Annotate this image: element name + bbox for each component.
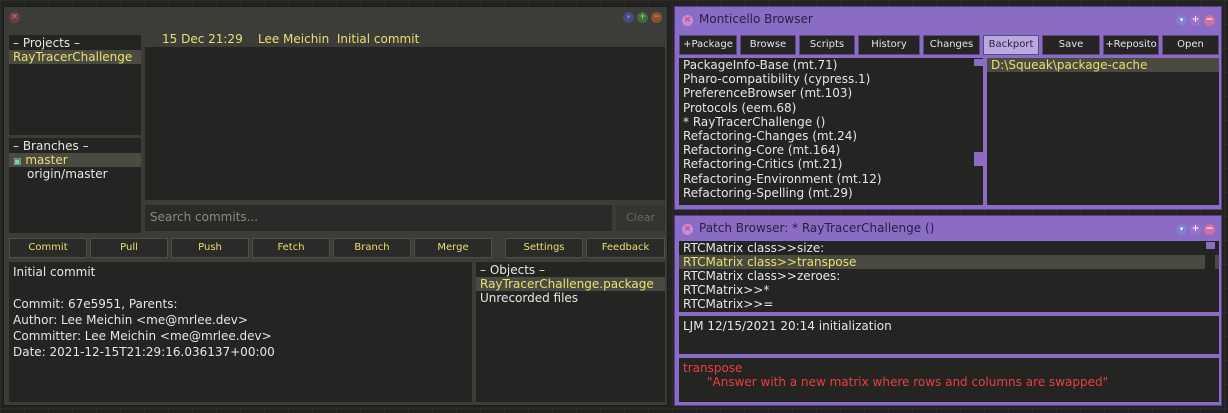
push-button[interactable]: Push bbox=[171, 238, 249, 258]
detail-line: Initial commit bbox=[13, 265, 96, 279]
patch-item[interactable]: RTCMatrix class>>zeroes: bbox=[679, 269, 1219, 283]
projects-header: – Projects – bbox=[13, 36, 80, 50]
collapse-icon[interactable]: − bbox=[1204, 224, 1215, 235]
repository-list[interactable]: D:\Squeak\package-cache bbox=[987, 58, 1219, 205]
branches-pane[interactable]: – Branches – ▣ master origin/master bbox=[9, 138, 141, 233]
package-item[interactable]: * RayTracerChallenge () bbox=[679, 115, 983, 129]
menu-icon[interactable]: ▾ bbox=[1176, 15, 1187, 26]
close-icon[interactable]: × bbox=[682, 224, 693, 235]
menu-icon[interactable]: ▾ bbox=[1176, 224, 1187, 235]
objects-header: – Objects – bbox=[480, 263, 545, 277]
patch-item[interactable]: RTCMatrix class>>size: bbox=[679, 241, 1219, 255]
repository-item[interactable]: D:\Squeak\package-cache bbox=[987, 58, 1219, 72]
expand-icon[interactable]: + bbox=[1190, 15, 1201, 26]
browse-button[interactable]: Browse bbox=[740, 35, 796, 55]
detail-line: Commit: 67e5951, Parents: bbox=[13, 297, 178, 311]
current-branch-icon: ▣ bbox=[13, 157, 22, 167]
monticello-browser-window: × Monticello Browser ▾ + − +Package Brow… bbox=[674, 6, 1222, 210]
branch-button[interactable]: Branch bbox=[333, 238, 411, 258]
package-item[interactable]: Refactoring-Environment (mt.12) bbox=[679, 172, 983, 186]
package-list-scrollbar[interactable] bbox=[973, 58, 983, 205]
branch-label: origin/master bbox=[27, 167, 108, 181]
object-item[interactable]: RayTracerChallenge.package bbox=[476, 277, 665, 291]
save-button[interactable]: Save bbox=[1042, 35, 1100, 55]
branch-item-origin-master[interactable]: origin/master bbox=[9, 167, 141, 181]
projects-pane[interactable]: – Projects – RayTracerChallenge bbox=[9, 35, 141, 135]
package-item[interactable]: Refactoring-Spelling (mt.29) bbox=[679, 186, 983, 200]
changes-button[interactable]: Changes bbox=[923, 35, 980, 55]
commit-author: Lee Meichin bbox=[257, 32, 330, 46]
close-icon[interactable]: × bbox=[682, 15, 693, 26]
branches-header: – Branches – bbox=[13, 139, 89, 153]
branch-item-master[interactable]: ▣ master bbox=[9, 153, 141, 167]
patch-list-scrollbar[interactable] bbox=[1205, 241, 1215, 312]
settings-button[interactable]: Settings bbox=[505, 238, 583, 258]
patch-browser-window: × Patch Browser: * RayTracerChallenge ()… bbox=[674, 215, 1222, 406]
scroll-thumb[interactable] bbox=[974, 152, 983, 166]
package-item[interactable]: Refactoring-Changes (mt.24) bbox=[679, 129, 983, 143]
commit-graph-pane[interactable] bbox=[145, 47, 665, 200]
window-title: Patch Browser: * RayTracerChallenge () bbox=[699, 221, 935, 235]
window-title: Monticello Browser bbox=[699, 12, 813, 26]
package-item[interactable]: Refactoring-Critics (mt.21) bbox=[679, 157, 983, 171]
backport-button[interactable]: Backport bbox=[983, 35, 1039, 55]
history-button[interactable]: History bbox=[858, 35, 920, 55]
patch-info: LJM 12/15/2021 20:14 initialization bbox=[679, 316, 1219, 354]
package-item[interactable]: Refactoring-Core (mt.164) bbox=[679, 143, 983, 157]
objects-pane[interactable]: – Objects – RayTracerChallenge.package U… bbox=[476, 262, 665, 402]
merge-button[interactable]: Merge bbox=[414, 238, 492, 258]
add-repository-button[interactable]: +Reposito bbox=[1103, 35, 1159, 55]
detail-line: Date: 2021-12-15T21:29:16.036137+00:00 bbox=[13, 345, 275, 359]
package-item[interactable]: PackageInfo-Base (mt.71) bbox=[679, 58, 983, 72]
package-item[interactable]: Pharo-compatibility (cypress.1) bbox=[679, 72, 983, 86]
fetch-button[interactable]: Fetch bbox=[252, 238, 330, 258]
commit-date: 15 Dec 21:29 bbox=[162, 32, 243, 46]
commit-detail-pane[interactable]: Initial commit Commit: 67e5951, Parents:… bbox=[9, 262, 472, 402]
detail-line bbox=[13, 280, 468, 296]
scroll-up-arrow[interactable] bbox=[974, 59, 983, 66]
search-commits-input[interactable]: Search commits... bbox=[145, 205, 612, 231]
pull-button[interactable]: Pull bbox=[90, 238, 168, 258]
clear-button[interactable]: Clear bbox=[616, 205, 665, 231]
source-comment: "Answer with a new matrix where rows and… bbox=[707, 375, 1109, 389]
patch-source-pane[interactable]: transpose "Answer with a new matrix wher… bbox=[679, 358, 1219, 402]
scripts-button[interactable]: Scripts bbox=[799, 35, 855, 55]
patch-list[interactable]: RTCMatrix class>>size: RTCMatrix class>>… bbox=[679, 241, 1219, 312]
patch-item-selected[interactable]: RTCMatrix class>>transpose bbox=[679, 255, 1219, 269]
feedback-button[interactable]: Feedback bbox=[586, 238, 665, 258]
git-browser-window: × ▾ + − – Projects – RayTracerChallenge … bbox=[3, 6, 668, 406]
open-button[interactable]: Open bbox=[1162, 35, 1219, 55]
source-selector: transpose bbox=[683, 361, 743, 375]
collapse-icon[interactable]: − bbox=[651, 12, 662, 23]
patch-item[interactable]: RTCMatrix>>* bbox=[679, 283, 1219, 297]
detail-line: Author: Lee Meichin <me@mrlee.dev> bbox=[13, 313, 248, 327]
package-item[interactable]: PreferenceBrowser (mt.103) bbox=[679, 86, 983, 100]
commit-headline[interactable]: 15 Dec 21:29 Lee Meichin Initial commit bbox=[162, 32, 419, 46]
collapse-icon[interactable]: − bbox=[1204, 15, 1215, 26]
package-list[interactable]: PackageInfo-Base (mt.71) Pharo-compatibi… bbox=[679, 58, 983, 205]
package-item[interactable]: Protocols (eem.68) bbox=[679, 101, 983, 115]
scroll-up-arrow[interactable] bbox=[1206, 242, 1215, 249]
project-item[interactable]: RayTracerChallenge bbox=[9, 50, 141, 64]
close-icon[interactable]: × bbox=[9, 12, 20, 23]
expand-icon[interactable]: + bbox=[1190, 224, 1201, 235]
object-item[interactable]: Unrecorded files bbox=[476, 291, 665, 305]
commit-button[interactable]: Commit bbox=[9, 238, 87, 258]
branch-label: master bbox=[25, 153, 68, 167]
patch-item[interactable]: RTCMatrix>>= bbox=[679, 297, 1219, 311]
detail-line: Committer: Lee Meichin <me@mrlee.dev> bbox=[13, 329, 272, 343]
expand-icon[interactable]: + bbox=[637, 12, 648, 23]
menu-icon[interactable]: ▾ bbox=[623, 12, 634, 23]
add-package-button[interactable]: +Package bbox=[679, 35, 737, 55]
commit-message: Initial commit bbox=[336, 32, 420, 46]
